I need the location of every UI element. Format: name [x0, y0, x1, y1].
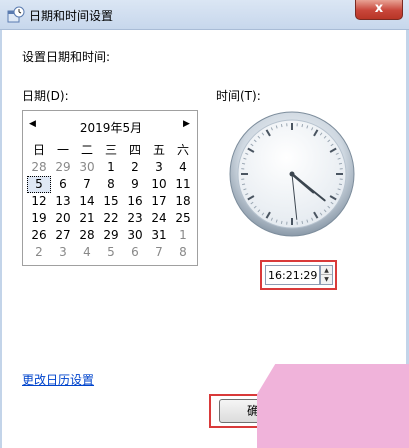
clock-minute-tick — [301, 124, 304, 128]
calendar-day[interactable]: 8 — [99, 176, 123, 193]
prev-month-icon[interactable]: ◀ — [29, 119, 36, 129]
calendar-day[interactable]: 8 — [171, 244, 195, 261]
calendar-day[interactable]: 11 — [171, 176, 195, 193]
next-month-icon[interactable]: ▶ — [183, 119, 190, 129]
calendar-day[interactable]: 18 — [171, 193, 195, 210]
calendar-day[interactable]: 7 — [75, 176, 99, 193]
clock-center — [289, 171, 295, 177]
calendar-day[interactable]: 23 — [123, 210, 147, 227]
clock-minute-tick — [280, 124, 283, 128]
clock-minute-tick — [242, 162, 246, 165]
calendar-day[interactable]: 17 — [147, 193, 171, 210]
clock-minute-tick — [338, 162, 342, 165]
calendar-day[interactable]: 6 — [123, 244, 147, 261]
calendar-day[interactable]: 14 — [75, 193, 99, 210]
close-button[interactable]: x — [355, 0, 403, 20]
weekday-header: 一 — [56, 143, 69, 157]
time-label: 时间(T): — [216, 89, 261, 103]
calendar-day[interactable]: 1 — [99, 159, 123, 176]
weekday-header: 日 — [32, 143, 45, 157]
calendar-day[interactable]: 4 — [171, 159, 195, 176]
change-calendar-settings-link[interactable]: 更改日历设置 — [22, 371, 94, 388]
calendar-day[interactable]: 10 — [147, 176, 171, 193]
calendar-day[interactable]: 28 — [27, 159, 51, 176]
calendar-day[interactable]: 31 — [147, 227, 171, 244]
calendar-day[interactable]: 3 — [147, 159, 171, 176]
calendar-day[interactable]: 30 — [75, 159, 99, 176]
weekday-header: 六 — [176, 143, 189, 157]
calendar-day[interactable]: 28 — [75, 227, 99, 244]
spin-up-icon[interactable]: ▲ — [321, 266, 332, 275]
date-label: 日期(D): — [22, 89, 69, 103]
calendar-day[interactable]: 4 — [75, 244, 99, 261]
calendar-day[interactable]: 1 — [171, 227, 195, 244]
calendar-day[interactable]: 21 — [75, 210, 99, 227]
analog-clock — [229, 111, 355, 237]
clock-minute-tick — [301, 220, 304, 224]
section-label: 设置日期和时间: — [22, 50, 111, 64]
time-input[interactable] — [265, 265, 320, 285]
calendar-day[interactable]: 2 — [123, 159, 147, 176]
calendar-day-selected[interactable]: 5 — [27, 176, 51, 193]
weekday-row: 日 一 二 三 四 五 六 — [27, 142, 195, 159]
week-row: 19 20 21 22 23 24 25 — [27, 210, 195, 227]
weekday-header: 五 — [152, 143, 165, 157]
calendar-day[interactable]: 27 — [51, 227, 75, 244]
calendar-day[interactable]: 9 — [123, 176, 147, 193]
calendar-day[interactable]: 29 — [51, 159, 75, 176]
week-row: 5 6 7 8 9 10 11 — [27, 176, 195, 193]
calendar-day[interactable]: 22 — [99, 210, 123, 227]
calendar-day[interactable]: 12 — [27, 193, 51, 210]
week-row: 12 13 14 15 16 17 18 — [27, 193, 195, 210]
pink-overlay — [257, 364, 409, 448]
calendar-day[interactable]: 2 — [27, 244, 51, 261]
calendar-day[interactable]: 30 — [123, 227, 147, 244]
week-row: 26 27 28 29 30 31 1 — [27, 227, 195, 244]
week-row: 28 29 30 1 2 3 4 — [27, 159, 195, 176]
week-row: 2 3 4 5 6 7 8 — [27, 244, 195, 261]
clock-minute-tick — [338, 183, 342, 186]
date-time-icon — [7, 6, 25, 23]
weekday-header: 三 — [104, 143, 117, 157]
clock-minute-tick — [280, 220, 283, 224]
window-border-left — [0, 30, 2, 448]
calendar-day[interactable]: 26 — [27, 227, 51, 244]
calendar-day[interactable]: 6 — [51, 176, 75, 193]
title-bar: 日期和时间设置 x — [0, 0, 409, 30]
weekday-header: 四 — [128, 143, 141, 157]
calendar-day[interactable]: 7 — [147, 244, 171, 261]
calendar-day[interactable]: 19 — [27, 210, 51, 227]
clock-minute-tick — [242, 183, 246, 186]
calendar-day[interactable]: 13 — [51, 193, 75, 210]
calendar-grid: 日 一 二 三 四 五 六 28 29 30 1 2 3 4 5 6 7 8 9… — [27, 142, 195, 261]
calendar-day[interactable]: 15 — [99, 193, 123, 210]
calendar-day[interactable]: 5 — [99, 244, 123, 261]
calendar-month-header[interactable]: 2019年5月 — [53, 119, 169, 136]
window-title: 日期和时间设置 — [29, 9, 114, 23]
time-spinner: ▲ ▼ — [320, 265, 333, 285]
weekday-header: 二 — [80, 143, 93, 157]
calendar-day[interactable]: 29 — [99, 227, 123, 244]
calendar-day[interactable]: 16 — [123, 193, 147, 210]
calendar-day[interactable]: 25 — [171, 210, 195, 227]
calendar-day[interactable]: 3 — [51, 244, 75, 261]
calendar-day[interactable]: 20 — [51, 210, 75, 227]
calendar-day[interactable]: 24 — [147, 210, 171, 227]
spin-down-icon[interactable]: ▼ — [321, 275, 332, 284]
time-highlight-box: ▲ ▼ — [260, 260, 337, 290]
calendar[interactable]: ◀ 2019年5月 ▶ 日 一 二 三 四 五 六 28 29 30 1 2 3… — [22, 110, 198, 266]
